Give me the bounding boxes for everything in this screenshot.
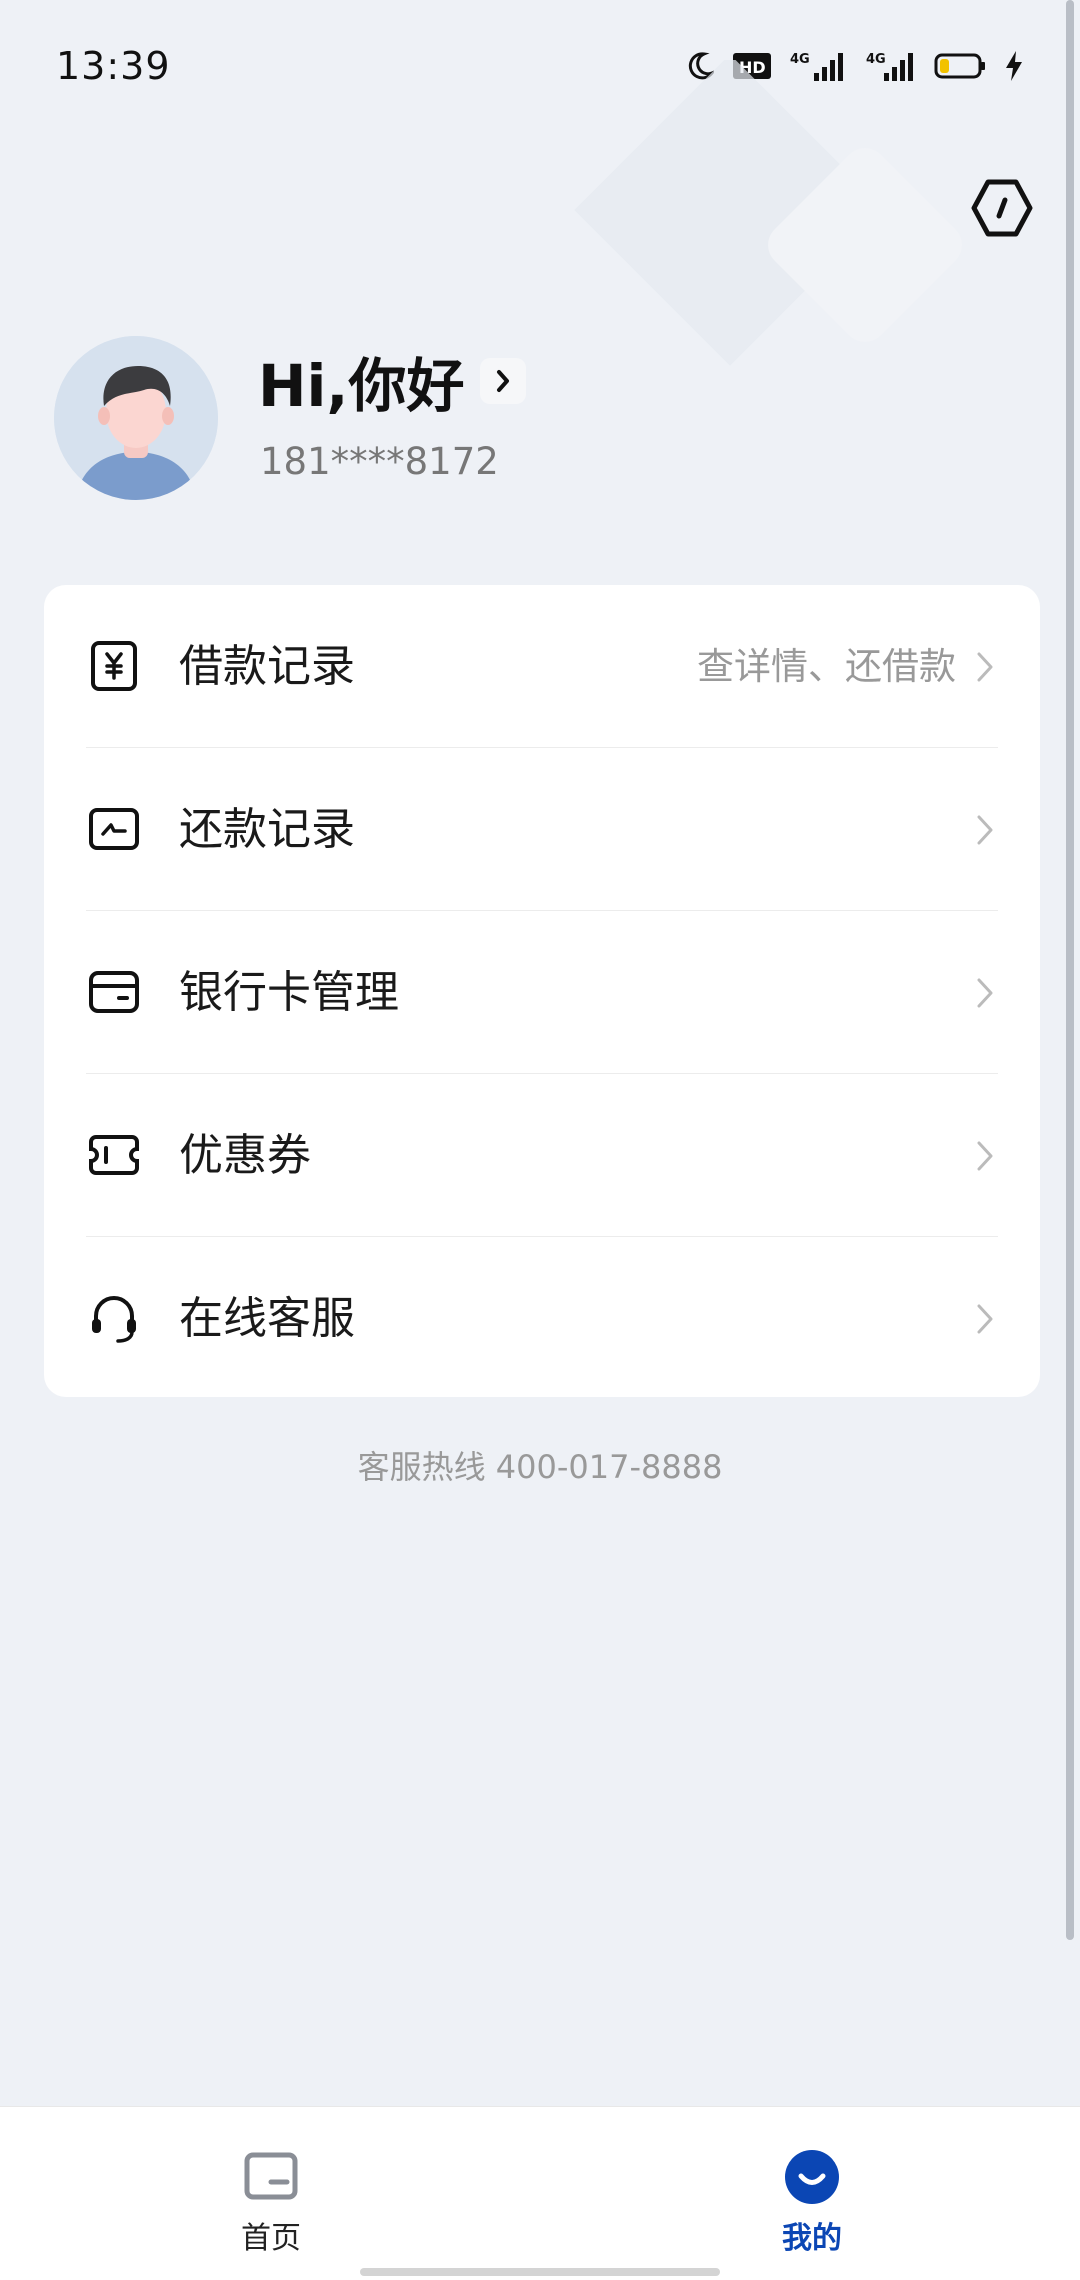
service-hotline[interactable]: 客服热线 400-017-8888 — [0, 1442, 1080, 1488]
smile-profile-icon — [785, 2150, 839, 2204]
menu-item-repayment-records[interactable]: 还款记录 — [44, 748, 1040, 910]
menu-item-subtitle: 查详情、还借款 — [697, 645, 956, 688]
menu-card: 借款记录 查详情、还借款 还款记录 银行卡管理 优惠券 在线客服 — [44, 585, 1040, 1397]
greeting-text: Hi,你好 — [258, 352, 465, 420]
status-time: 13:39 — [56, 44, 171, 88]
chevron-right-icon — [497, 370, 510, 392]
user-avatar-icon — [54, 336, 218, 500]
nav-tab-home[interactable]: 首页 — [171, 2107, 371, 2280]
chevron-right-icon — [977, 652, 993, 682]
menu-item-label: 优惠券 — [179, 1130, 311, 1181]
menu-item-label: 在线客服 — [179, 1293, 355, 1344]
chevron-right-icon — [977, 1304, 993, 1334]
background-decoration — [574, 60, 962, 366]
chevron-right-icon — [977, 815, 993, 845]
profile-greeting-row[interactable]: Hi,你好 — [258, 346, 527, 420]
menu-item-loan-records[interactable]: 借款记录 查详情、还借款 — [44, 585, 1040, 747]
bottom-nav: 首页 我的 — [0, 2106, 1080, 2280]
charging-icon — [1004, 50, 1024, 82]
profile-arrow-button[interactable] — [480, 358, 527, 404]
nav-tab-label: 首页 — [241, 2221, 301, 2256]
screen: 13:39 HD 4G 4G Hi,你好 181****8172 借款记录 查详… — [0, 0, 1080, 2280]
nav-tab-label: 我的 — [782, 2221, 842, 2256]
coupon-icon — [88, 1129, 140, 1181]
menu-item-bank-card-management[interactable]: 银行卡管理 — [44, 911, 1040, 1073]
avatar[interactable] — [54, 336, 218, 500]
settings-button[interactable] — [970, 176, 1034, 240]
wallet-home-icon — [244, 2152, 298, 2200]
scrollbar[interactable] — [1066, 0, 1074, 1940]
nav-tab-mine[interactable]: 我的 — [712, 2107, 912, 2280]
chevron-right-icon — [977, 1141, 993, 1171]
yen-receipt-icon — [88, 640, 140, 692]
settings-hex-icon — [971, 179, 1033, 237]
menu-item-label: 银行卡管理 — [179, 967, 399, 1018]
chevron-right-icon — [977, 978, 993, 1008]
bank-card-icon — [88, 966, 140, 1018]
repay-card-icon — [88, 803, 140, 855]
menu-item-online-service[interactable]: 在线客服 — [44, 1237, 1040, 1397]
home-indicator[interactable] — [360, 2268, 720, 2276]
headset-icon — [88, 1292, 140, 1344]
menu-item-coupons[interactable]: 优惠券 — [44, 1074, 1040, 1236]
menu-item-label: 借款记录 — [179, 641, 355, 692]
phone-number: 181****8172 — [260, 440, 499, 483]
menu-item-label: 还款记录 — [179, 804, 355, 855]
